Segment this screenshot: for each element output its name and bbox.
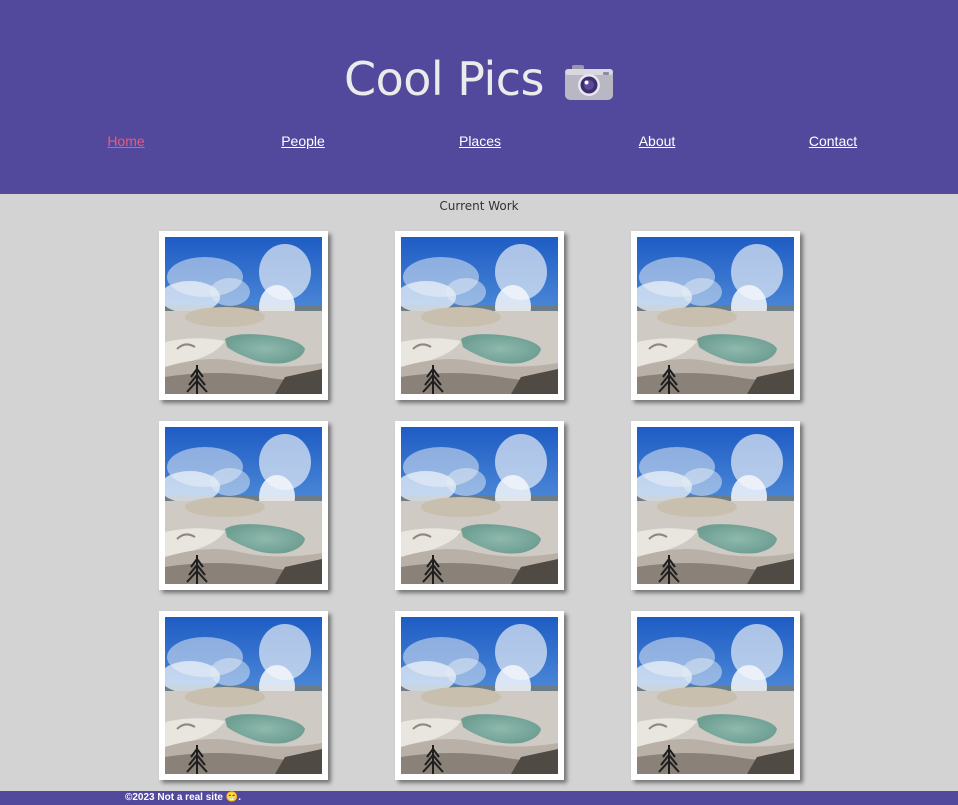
geyser-photo: [401, 427, 558, 584]
photo-card[interactable]: [395, 421, 564, 590]
nav-link-people[interactable]: People: [281, 133, 325, 149]
photo-card[interactable]: [631, 611, 800, 780]
photo-card[interactable]: [631, 231, 800, 400]
site-title: Cool Pics: [343, 52, 545, 106]
nav-link-about[interactable]: About: [639, 133, 676, 149]
photo-card[interactable]: [159, 611, 328, 780]
geyser-photo: [637, 237, 794, 394]
photo-card[interactable]: [395, 231, 564, 400]
photo-card[interactable]: [631, 421, 800, 590]
section-title: Current Work: [439, 199, 519, 213]
geyser-photo: [401, 237, 558, 394]
photo-card[interactable]: [159, 421, 328, 590]
nav-link-home[interactable]: Home: [107, 133, 144, 149]
geyser-photo: [165, 427, 322, 584]
title-row: Cool Pics: [0, 44, 958, 114]
photo-gallery: [159, 231, 800, 780]
geyser-photo: [637, 427, 794, 584]
photo-card[interactable]: [395, 611, 564, 780]
nav-link-places[interactable]: Places: [459, 133, 501, 149]
nav-link-contact[interactable]: Contact: [809, 133, 857, 149]
footer-text: ©2023 Not a real site 😁.: [125, 792, 241, 803]
geyser-photo: [165, 237, 322, 394]
site-header: Cool Pics Home People Places About Conta…: [0, 0, 958, 194]
site-footer: ©2023 Not a real site 😁.: [0, 791, 958, 805]
camera-icon: [565, 65, 614, 100]
geyser-photo: [637, 617, 794, 774]
geyser-photo: [165, 617, 322, 774]
photo-card[interactable]: [159, 231, 328, 400]
geyser-photo: [401, 617, 558, 774]
main-nav: Home People Places About Contact: [0, 133, 958, 153]
